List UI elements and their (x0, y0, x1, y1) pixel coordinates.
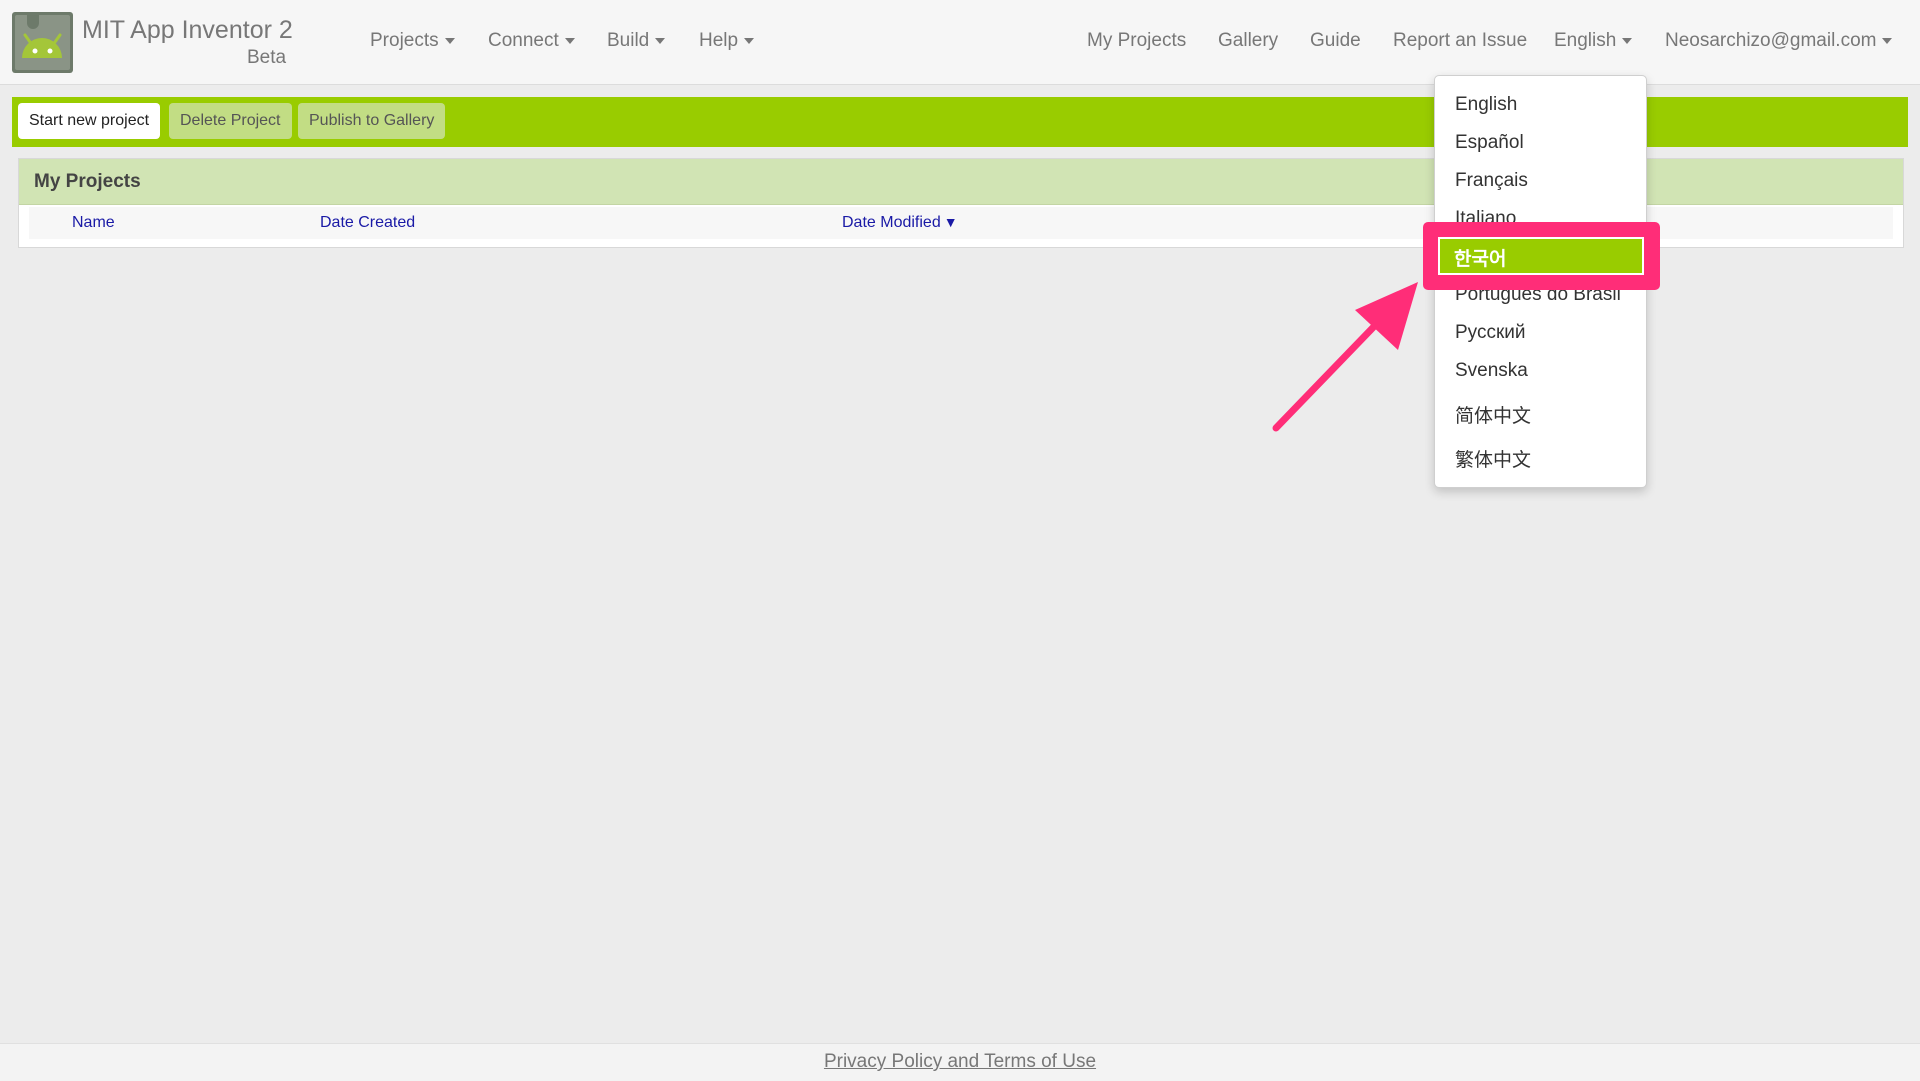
chevron-down-icon (744, 37, 755, 44)
footer: Privacy Policy and Terms of Use (0, 1043, 1920, 1081)
column-name[interactable]: Name (72, 214, 115, 232)
chevron-down-icon (564, 37, 575, 44)
app-title: MIT App Inventor 2 (82, 16, 293, 44)
projects-panel-title: My Projects (34, 171, 141, 192)
chevron-down-icon (655, 37, 666, 44)
nav-my-projects[interactable]: My Projects (1087, 30, 1186, 52)
column-date-modified-label: Date Modified (842, 214, 941, 231)
menu-help[interactable]: Help (699, 30, 755, 52)
language-option-traditional-chinese[interactable]: 繁体中文 (1455, 445, 1531, 472)
app-subtitle: Beta (247, 47, 287, 68)
menu-build[interactable]: Build (607, 30, 666, 52)
language-menu-button[interactable]: English (1554, 30, 1633, 52)
app-inventor-logo-icon[interactable] (12, 12, 73, 73)
account-menu-button[interactable]: Neosarchizo@gmail.com (1665, 30, 1893, 52)
account-email: Neosarchizo@gmail.com (1665, 30, 1877, 51)
language-option-swedish[interactable]: Svenska (1455, 360, 1528, 382)
language-menu-label: English (1554, 30, 1617, 51)
menu-connect-label: Connect (488, 30, 559, 51)
chevron-down-icon (444, 37, 455, 44)
top-navbar: MIT App Inventor 2 Beta Projects Connect… (0, 0, 1920, 85)
menu-help-label: Help (699, 30, 739, 51)
start-new-project-button[interactable]: Start new project (18, 103, 161, 139)
annotation-arrow-icon (1272, 282, 1418, 432)
privacy-terms-link[interactable]: Privacy Policy and Terms of Use (0, 1051, 1920, 1073)
chevron-down-icon (1622, 37, 1633, 44)
language-option-english[interactable]: English (1455, 94, 1517, 116)
language-option-spanish[interactable]: Español (1455, 132, 1524, 154)
language-option-simplified-chinese[interactable]: 简体中文 (1455, 401, 1531, 428)
menu-projects-label: Projects (370, 30, 439, 51)
sort-descending-icon: ▼ (943, 214, 958, 230)
column-date-modified[interactable]: Date Modified ▼ (842, 214, 958, 232)
delete-project-button[interactable]: Delete Project (169, 103, 292, 139)
column-date-created[interactable]: Date Created (320, 214, 415, 232)
menu-projects[interactable]: Projects (370, 30, 455, 52)
nav-report-issue[interactable]: Report an Issue (1393, 30, 1527, 52)
menu-build-label: Build (607, 30, 650, 51)
publish-to-gallery-button[interactable]: Publish to Gallery (298, 103, 446, 139)
nav-gallery[interactable]: Gallery (1218, 30, 1278, 52)
nav-guide[interactable]: Guide (1310, 30, 1361, 52)
language-option-french[interactable]: Français (1455, 170, 1528, 192)
menu-connect[interactable]: Connect (488, 30, 575, 52)
chevron-down-icon (1882, 37, 1893, 44)
language-option-korean[interactable]: 한국어 (1454, 244, 1506, 271)
language-option-russian[interactable]: Русский (1455, 322, 1526, 344)
